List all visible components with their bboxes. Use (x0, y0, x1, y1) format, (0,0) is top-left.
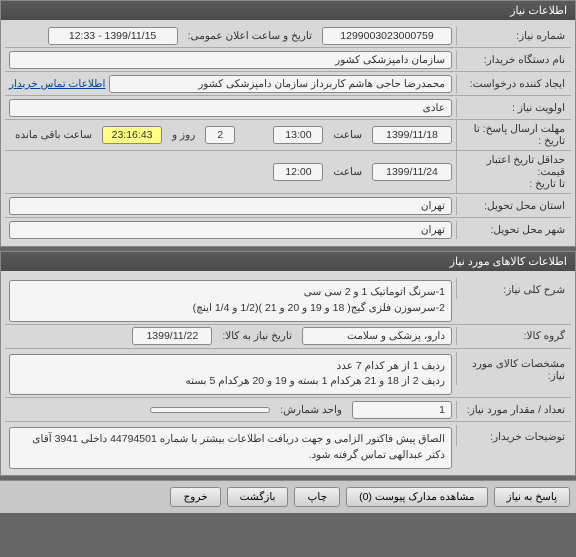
credit-cell: 1399/11/24 ساعت 12:00 (5, 161, 456, 183)
panel2-body: شرح کلی نیاز: 1-سرنگ اتوماتیک 1 و 2 سی س… (1, 271, 575, 475)
panel1-body: شماره نیاز: 1299003023000759 تاریخ و ساع… (1, 20, 575, 246)
priority-label: اولویت نیاز : (456, 99, 571, 117)
remain-label: ساعت باقی مانده (9, 129, 98, 141)
view-attachments-button[interactable]: مشاهده مدارک پیوست (0) (346, 487, 487, 507)
priority-cell: عادی (5, 97, 456, 119)
group-value: دارو، پزشکی و سلامت (302, 327, 452, 345)
org-value: سازمان دامپزشکی کشور (9, 51, 452, 69)
creator-label: ایجاد کننده درخواست: (456, 75, 571, 93)
days-label: روز و (166, 129, 201, 141)
row-credit: حداقل تاریخ اعتبار قیمت: تا تاریخ : 1399… (5, 151, 571, 194)
creator-cell: محمدرضا حاجی هاشم کاربرداز سازمان دامپزش… (5, 73, 456, 95)
need-date-value: 1399/11/22 (132, 327, 212, 345)
announce-label: تاریخ و ساعت اعلان عمومی: (182, 30, 318, 42)
announce-value: 1399/11/15 - 12:33 (48, 27, 178, 45)
reply-button[interactable]: پاسخ به نیاز (494, 487, 570, 507)
row-qty: تعداد / مقدار مورد نیاز: 1 واحد شمارش: (5, 398, 571, 422)
exit-button[interactable]: خروج (170, 487, 220, 507)
countdown-timer: 23:16:43 (102, 126, 162, 144)
need-info-panel: اطلاعات نیاز شماره نیاز: 129900302300075… (0, 0, 576, 247)
back-button[interactable]: بازگشت (227, 487, 289, 507)
deliver-city-label: شهر محل تحویل: (456, 221, 571, 239)
row-spec: مشخصات کالای مورد نیاز: ردیف 1 از هر کدا… (5, 349, 571, 399)
need-number-label: شماره نیاز: (456, 27, 571, 45)
unit-value (150, 407, 270, 413)
goods-info-panel: اطلاعات کالاهای مورد نیاز شرح کلی نیاز: … (0, 251, 576, 476)
row-notes: توضیحات خریدار: الصاق پیش فاکتور الزامی … (5, 422, 571, 471)
credit-label1: حداقل تاریخ اعتبار قیمت: (487, 154, 565, 178)
row-deliver-city: شهر محل تحویل: تهران (5, 218, 571, 242)
deliver-province-cell: تهران (5, 195, 456, 217)
deliver-city-cell: تهران (5, 219, 456, 241)
priority-value: عادی (9, 99, 452, 117)
row-desc: شرح کلی نیاز: 1-سرنگ اتوماتیک 1 و 2 سی س… (5, 275, 571, 325)
deliver-province-label: استان محل تحویل: (456, 197, 571, 215)
group-cell: دارو، پزشکی و سلامت تاریخ نیاز به کالا: … (5, 325, 456, 347)
need-number-value: 1299003023000759 (322, 27, 452, 45)
creator-value: محمدرضا حاجی هاشم کاربرداز سازمان دامپزش… (109, 75, 452, 93)
deadline-time-label: ساعت (327, 129, 368, 141)
desc-cell: 1-سرنگ اتوماتیک 1 و 2 سی سی 2-سرسوزن فلز… (5, 278, 456, 324)
credit-date: 1399/11/24 (372, 163, 452, 181)
notes-label: توضیحات خریدار: (456, 425, 571, 446)
print-button[interactable]: چاپ (294, 487, 340, 507)
unit-label: واحد شمارش: (274, 404, 348, 416)
button-row: پاسخ به نیاز مشاهده مدارک پیوست (0) چاپ … (0, 480, 576, 513)
need-number-cell: 1299003023000759 تاریخ و ساعت اعلان عموم… (5, 25, 456, 47)
deadline-date: 1399/11/18 (372, 126, 452, 144)
credit-time: 12:00 (273, 163, 323, 181)
days-remaining: 2 (205, 126, 235, 144)
row-group: گروه کالا: دارو، پزشکی و سلامت تاریخ نیا… (5, 325, 571, 349)
qty-label: تعداد / مقدار مورد نیاز: (456, 401, 571, 419)
contact-buyer-link[interactable]: اطلاعات تماس خریدار (9, 78, 105, 90)
desc-label: شرح کلی نیاز: (456, 278, 571, 299)
deadline-time: 13:00 (273, 126, 323, 144)
row-deadline: مهلت ارسال پاسخ: تا تاریخ : 1399/11/18 س… (5, 120, 571, 151)
credit-label: حداقل تاریخ اعتبار قیمت: تا تاریخ : (456, 151, 571, 193)
row-need-number: شماره نیاز: 1299003023000759 تاریخ و ساع… (5, 24, 571, 48)
panel2-title: اطلاعات کالاهای مورد نیاز (1, 252, 575, 271)
spec-cell: ردیف 1 از هر کدام 7 عدد ردیف 2 از 18 و 2… (5, 352, 456, 398)
row-priority: اولویت نیاز : عادی (5, 96, 571, 120)
spec-value: ردیف 1 از هر کدام 7 عدد ردیف 2 از 18 و 2… (9, 354, 452, 396)
deliver-province-value: تهران (9, 197, 452, 215)
need-date-label: تاریخ نیاز به کالا: (216, 330, 298, 342)
panel1-title: اطلاعات نیاز (1, 1, 575, 20)
deadline-cell: 1399/11/18 ساعت 13:00 2 روز و 23:16:43 س… (5, 124, 456, 146)
row-org: نام دستگاه خریدار: سازمان دامپزشکی کشور (5, 48, 571, 72)
org-cell: سازمان دامپزشکی کشور (5, 49, 456, 71)
row-creator: ایجاد کننده درخواست: محمدرضا حاجی هاشم ک… (5, 72, 571, 96)
deadline-label: مهلت ارسال پاسخ: تا تاریخ : (456, 120, 571, 150)
desc-value: 1-سرنگ اتوماتیک 1 و 2 سی سی 2-سرسوزن فلز… (9, 280, 452, 322)
notes-cell: الصاق پیش فاکتور الزامی و جهت دریافت اطل… (5, 425, 456, 471)
deliver-city-value: تهران (9, 221, 452, 239)
qty-value: 1 (352, 401, 452, 419)
spec-label: مشخصات کالای مورد نیاز: (456, 352, 571, 385)
group-label: گروه کالا: (456, 327, 571, 345)
credit-label2: تا تاریخ : (529, 178, 565, 190)
org-label: نام دستگاه خریدار: (456, 51, 571, 69)
qty-cell: 1 واحد شمارش: (5, 399, 456, 421)
row-deliver-province: استان محل تحویل: تهران (5, 194, 571, 218)
notes-value: الصاق پیش فاکتور الزامی و جهت دریافت اطل… (9, 427, 452, 469)
credit-time-label: ساعت (327, 166, 368, 178)
